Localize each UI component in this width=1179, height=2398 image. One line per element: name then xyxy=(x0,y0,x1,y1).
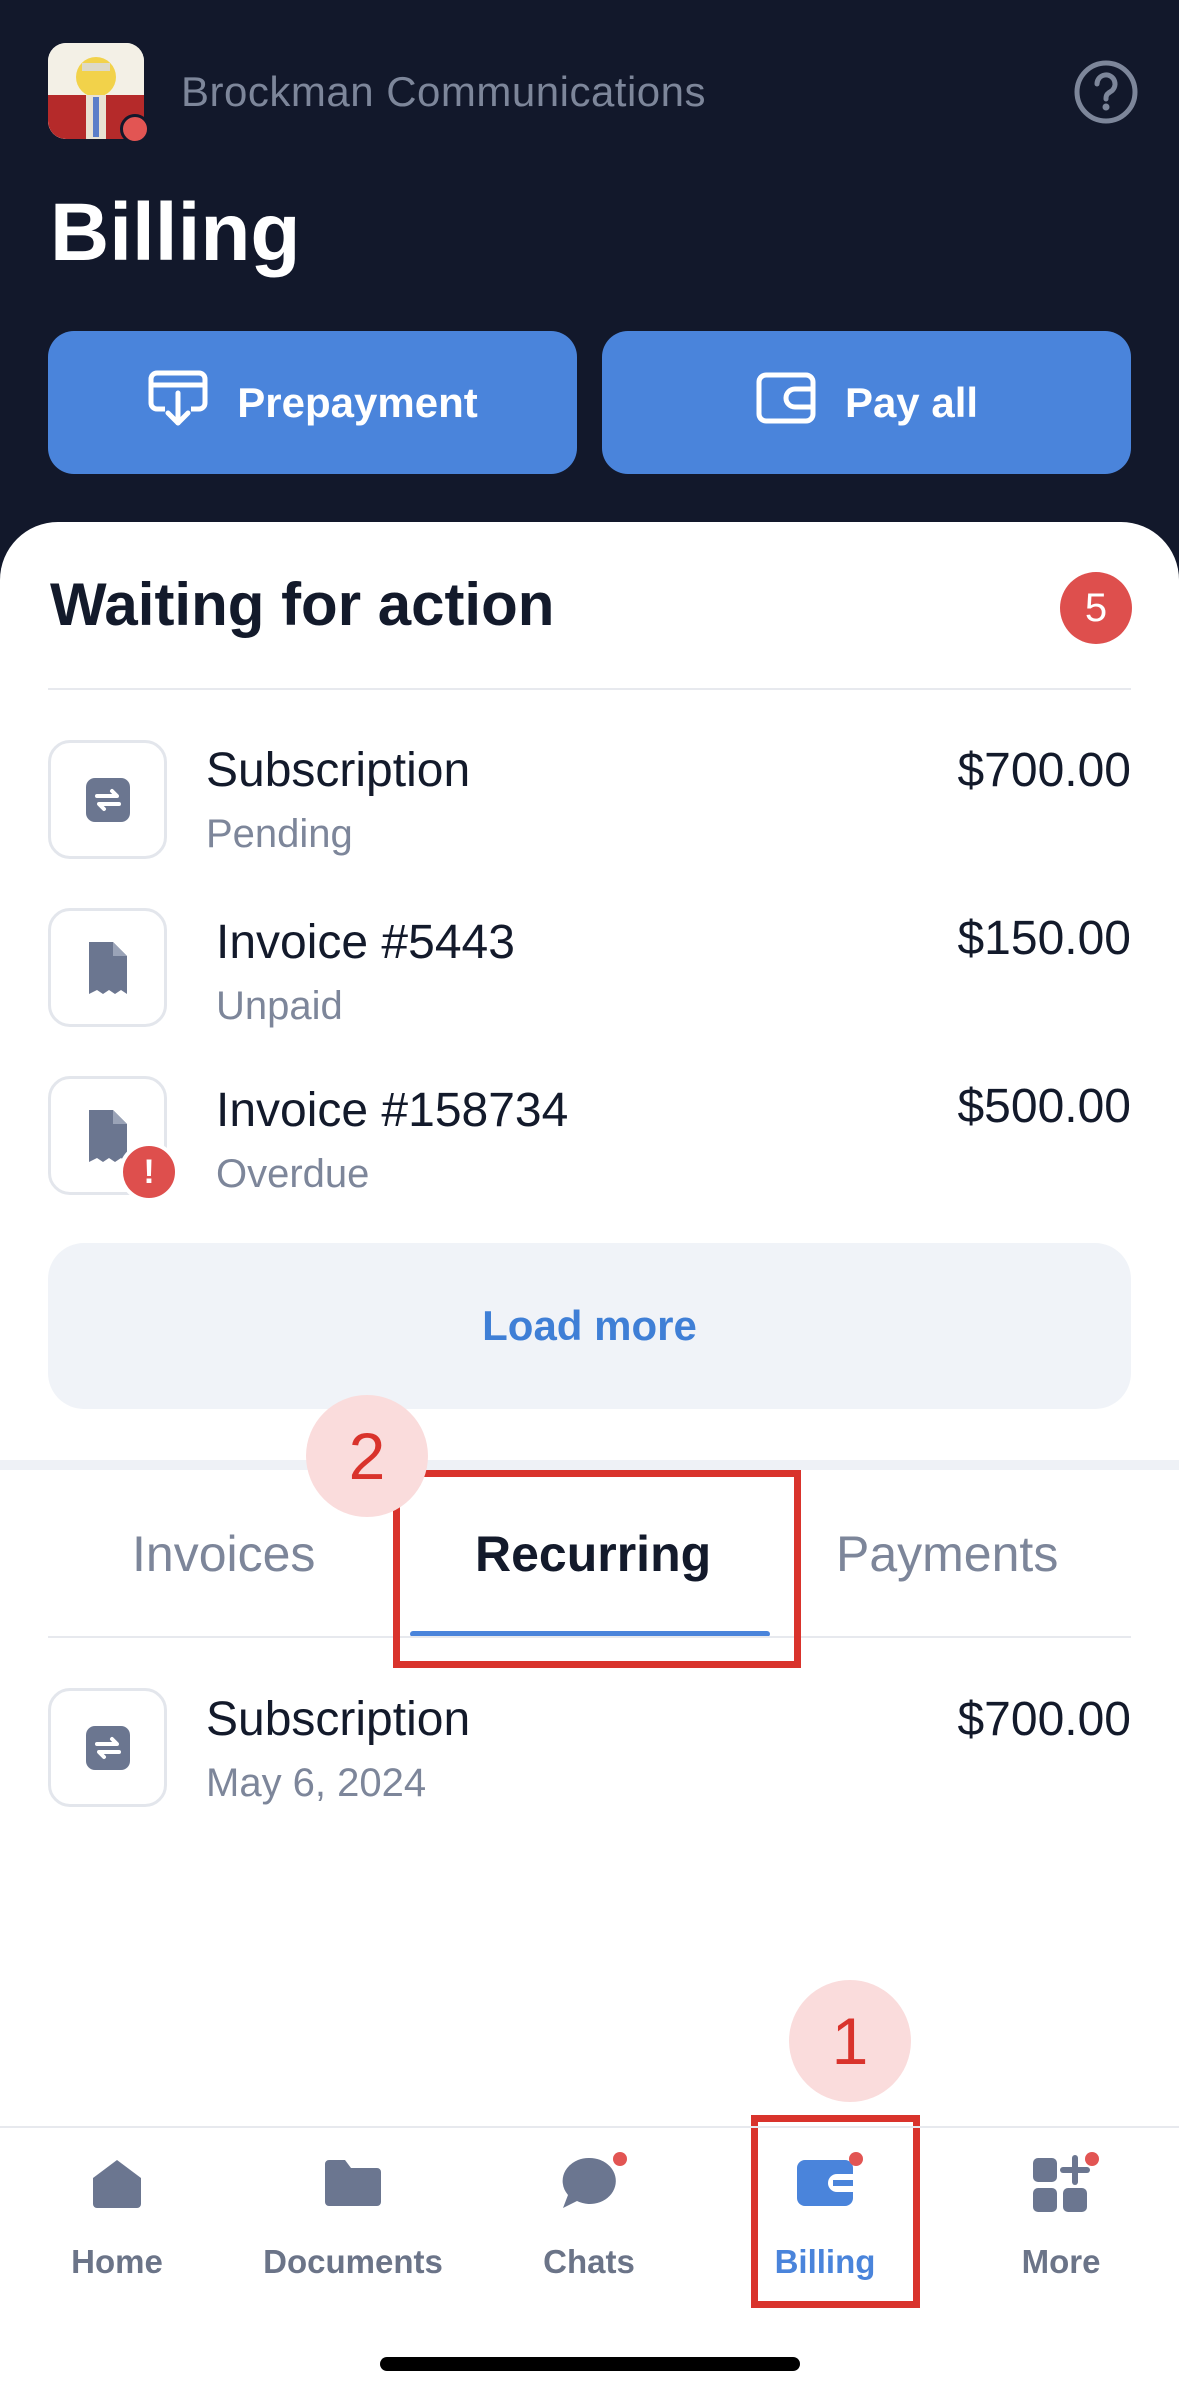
nav-more[interactable]: More xyxy=(961,2150,1161,2290)
chat-icon xyxy=(557,2152,621,2217)
item-amount: $700.00 xyxy=(957,744,1131,797)
annotation-box-recurring xyxy=(393,1470,801,1668)
nav-chats[interactable]: Chats xyxy=(489,2150,689,2290)
home-icon xyxy=(87,2152,147,2217)
tab-invoices[interactable]: Invoices xyxy=(132,1525,315,1583)
wallet-icon xyxy=(755,367,817,439)
item-title: Invoice #5443 xyxy=(216,916,515,969)
question-circle-icon[interactable] xyxy=(1072,58,1140,126)
nav-documents[interactable]: Documents xyxy=(253,2150,453,2290)
item-title: Subscription xyxy=(206,744,471,797)
home-indicator[interactable] xyxy=(380,2357,800,2371)
prepayment-button[interactable]: Prepayment xyxy=(48,331,577,474)
page-title: Billing xyxy=(50,187,301,278)
tab-payments[interactable]: Payments xyxy=(836,1525,1058,1583)
warning-icon: ! xyxy=(119,1142,179,1202)
count-badge: 5 xyxy=(1060,572,1132,644)
pay-all-label: Pay all xyxy=(844,378,979,426)
nav-label: Billing xyxy=(774,2243,876,2280)
item-title: Subscription xyxy=(206,1693,471,1746)
item-amount: $150.00 xyxy=(957,912,1131,965)
folder-icon xyxy=(321,2152,385,2217)
header: Brockman Communications Billing Prepayme… xyxy=(0,0,1179,600)
load-more-button[interactable]: Load more xyxy=(48,1243,1131,1409)
nav-divider xyxy=(0,2126,1179,2128)
recurring-icon xyxy=(48,1688,167,1807)
recurring-icon xyxy=(48,740,167,859)
prepayment-label: Prepayment xyxy=(237,378,478,426)
invoice-icon xyxy=(48,908,167,1027)
nav-label: Documents xyxy=(263,2243,443,2280)
prepayment-icon xyxy=(147,367,209,439)
nav-label: More xyxy=(1021,2243,1101,2280)
nav-label: Chats xyxy=(543,2243,635,2280)
grid-plus-icon xyxy=(1029,2152,1093,2221)
waiting-section-title: Waiting for action xyxy=(50,571,555,638)
item-status: Overdue xyxy=(216,1152,370,1196)
divider xyxy=(48,688,1131,690)
wallet-icon xyxy=(793,2152,857,2217)
nav-label: Home xyxy=(71,2243,163,2280)
section-divider xyxy=(0,1460,1179,1470)
item-date: May 6, 2024 xyxy=(206,1761,427,1805)
company-name: Brockman Communications xyxy=(181,68,707,115)
item-status: Unpaid xyxy=(216,984,343,1028)
notification-dot xyxy=(1085,2152,1099,2166)
item-amount: $700.00 xyxy=(957,1693,1131,1746)
annotation-step-1: 1 xyxy=(789,1980,911,2102)
annotation-step-2: 2 xyxy=(306,1395,428,1517)
nav-home[interactable]: Home xyxy=(17,2150,217,2290)
status-dot xyxy=(120,114,150,144)
pay-all-button[interactable]: Pay all xyxy=(602,331,1131,474)
notification-dot xyxy=(613,2152,627,2166)
item-title: Invoice #158734 xyxy=(216,1084,569,1137)
item-status: Pending xyxy=(206,812,353,856)
notification-dot xyxy=(849,2152,863,2166)
nav-billing[interactable]: Billing xyxy=(725,2150,925,2290)
item-amount: $500.00 xyxy=(957,1080,1131,1133)
